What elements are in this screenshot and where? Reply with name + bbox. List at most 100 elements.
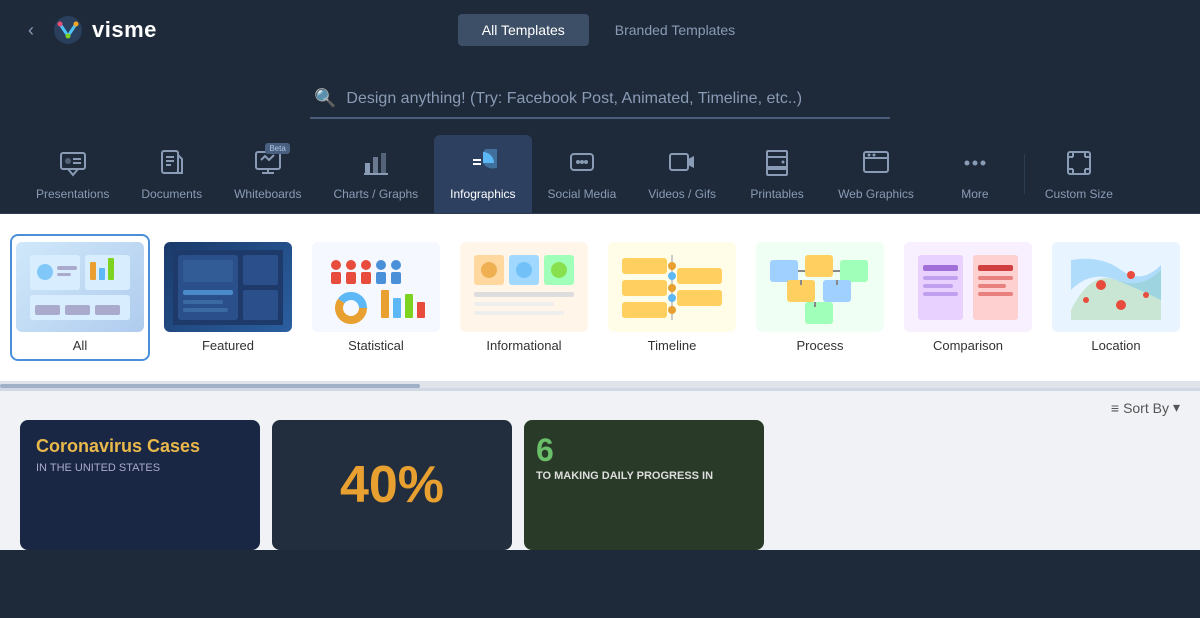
categories-nav: Presentations Documents Beta Whiteboards…: [0, 135, 1200, 214]
subcat-all-thumb: [16, 242, 144, 332]
presentation-icon: [55, 145, 91, 181]
template-card-progress[interactable]: 6 TO MAKING DAILY PROGRESS IN: [524, 420, 764, 550]
subcat-timeline-label: Timeline: [648, 338, 697, 353]
cat-custom-size[interactable]: Custom Size: [1029, 135, 1129, 213]
template-card-covid[interactable]: Coronavirus Cases IN THE UNITED STATES: [20, 420, 260, 550]
search-bar: 🔍: [310, 80, 890, 119]
branded-templates-tab[interactable]: Branded Templates: [591, 14, 759, 46]
cat-social-media[interactable]: Social Media: [532, 135, 633, 213]
subcat-all[interactable]: All: [10, 234, 150, 361]
subcategory-section: All Featured: [0, 214, 1200, 391]
cat-more[interactable]: More: [930, 135, 1020, 213]
covid-title: Coronavirus Cases: [36, 436, 244, 458]
infographic-icon: [465, 145, 501, 181]
subcat-comparison[interactable]: Comparison: [898, 234, 1038, 361]
cat-custom-label: Custom Size: [1045, 187, 1113, 201]
video-icon: [664, 145, 700, 181]
subcategory-scroll: All Featured: [0, 214, 1200, 384]
subcat-informational-label: Informational: [486, 338, 561, 353]
document-icon: [154, 145, 190, 181]
timeline-preview-svg: [617, 250, 727, 325]
more-icon: [957, 145, 993, 181]
cat-documents[interactable]: Documents: [125, 135, 218, 213]
subcat-hierarchical[interactable]: Hiera...: [1194, 234, 1200, 361]
cat-whiteboards-label: Whiteboards: [234, 187, 301, 201]
progress-title: TO MAKING DAILY PROGRESS IN: [536, 469, 752, 483]
search-input[interactable]: [346, 90, 886, 108]
subcat-featured-thumb: [164, 242, 292, 332]
cat-infographics[interactable]: Infographics: [434, 135, 531, 213]
template-tabs: All Templates Branded Templates: [458, 14, 759, 46]
web-icon: [858, 145, 894, 181]
subcat-informational[interactable]: Informational: [454, 234, 594, 361]
cat-social-label: Social Media: [548, 187, 617, 201]
logo: visme: [52, 14, 157, 46]
beta-badge: Beta: [265, 143, 289, 154]
bottom-toolbar: ≡ Sort By ▾: [0, 391, 1200, 420]
bottom-section: ≡ Sort By ▾ Coronavirus Cases IN THE UNI…: [0, 391, 1200, 550]
cat-charts-graphs[interactable]: Charts / Graphs: [317, 135, 434, 213]
subcat-process-label: Process: [797, 338, 844, 353]
sort-chevron-icon: ▾: [1173, 399, 1180, 416]
scroll-indicator: [0, 384, 1200, 388]
cat-presentations-label: Presentations: [36, 187, 109, 201]
chart-icon: [358, 145, 394, 181]
search-icon: 🔍: [314, 88, 336, 109]
app-header: ‹ visme All Templates Branded Templates: [0, 0, 1200, 60]
comparison-preview-svg: [913, 250, 1023, 325]
cat-whiteboards[interactable]: Beta Whiteboards: [218, 135, 317, 213]
subcat-informational-thumb: [460, 242, 588, 332]
subcat-timeline[interactable]: Timeline: [602, 234, 742, 361]
custom-size-icon: [1061, 145, 1097, 181]
sort-button[interactable]: ≡ Sort By ▾: [1111, 399, 1180, 416]
process-preview-svg: [765, 250, 875, 325]
statistical-preview-svg: [321, 250, 431, 325]
social-icon: [564, 145, 600, 181]
cat-web-label: Web Graphics: [838, 187, 914, 201]
subcat-timeline-thumb: [608, 242, 736, 332]
scroll-thumb: [0, 384, 420, 388]
cat-videos-gifs[interactable]: Videos / Gifs: [632, 135, 732, 213]
cat-web-graphics[interactable]: Web Graphics: [822, 135, 930, 213]
cat-documents-label: Documents: [141, 187, 202, 201]
subcat-location[interactable]: Location: [1046, 234, 1186, 361]
cat-printables-label: Printables: [750, 187, 803, 201]
subcat-statistical-label: Statistical: [348, 338, 404, 353]
divider: [1024, 154, 1025, 194]
subcat-process-thumb: [756, 242, 884, 332]
subcat-statistical-thumb: [312, 242, 440, 332]
template-card-forty[interactable]: 40%: [272, 420, 512, 550]
sort-label: Sort By: [1123, 400, 1169, 416]
informational-preview-svg: [469, 250, 579, 325]
covid-subtitle: IN THE UNITED STATES: [36, 462, 244, 474]
back-button[interactable]: ‹: [20, 16, 42, 45]
cat-presentations[interactable]: Presentations: [20, 135, 125, 213]
subcat-comparison-thumb: [904, 242, 1032, 332]
subcat-featured[interactable]: Featured: [158, 234, 298, 361]
subcat-process[interactable]: Process: [750, 234, 890, 361]
search-section: 🔍: [0, 60, 1200, 135]
sort-icon: ≡: [1111, 400, 1119, 416]
cat-charts-label: Charts / Graphs: [333, 187, 418, 201]
all-templates-tab[interactable]: All Templates: [458, 14, 589, 46]
all-preview-svg: [25, 250, 135, 325]
app-name: visme: [92, 17, 157, 43]
print-icon: [759, 145, 795, 181]
subcat-location-label: Location: [1091, 338, 1140, 353]
cat-printables[interactable]: Printables: [732, 135, 822, 213]
forty-percent: 40%: [340, 455, 444, 515]
cat-infographics-label: Infographics: [450, 187, 515, 201]
location-preview-svg: [1061, 250, 1171, 325]
template-cards: Coronavirus Cases IN THE UNITED STATES 4…: [0, 420, 1200, 550]
header-left: ‹ visme: [20, 14, 157, 46]
cat-videos-label: Videos / Gifs: [648, 187, 716, 201]
progress-number: 6: [536, 432, 752, 469]
subcat-featured-label: Featured: [202, 338, 254, 353]
subcat-statistical[interactable]: Statistical: [306, 234, 446, 361]
visme-logo-icon: [52, 14, 84, 46]
featured-preview-svg: [173, 250, 283, 325]
subcat-all-label: All: [73, 338, 87, 353]
cat-more-label: More: [961, 187, 988, 201]
subcat-comparison-label: Comparison: [933, 338, 1003, 353]
subcat-location-thumb: [1052, 242, 1180, 332]
